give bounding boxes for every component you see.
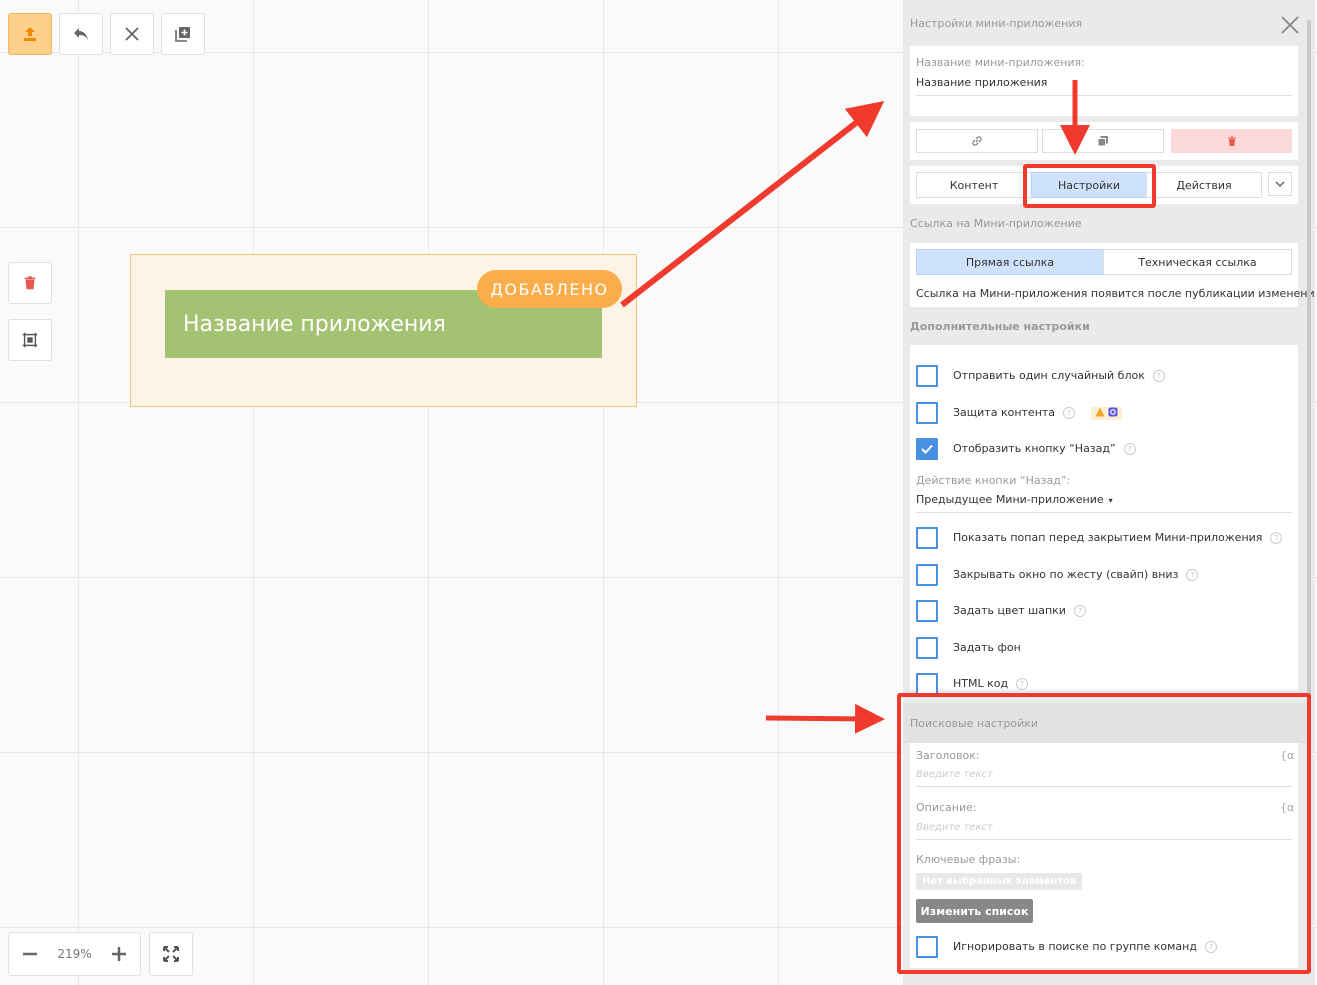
- expand-icon: [163, 946, 179, 962]
- random-block-label: Отправить один случайный блок?: [953, 369, 1165, 382]
- html-code-checkbox[interactable]: [916, 673, 938, 695]
- link-section-title: Ссылка на Мини-приложение: [910, 217, 1082, 230]
- back-button-checkbox[interactable]: [916, 438, 938, 460]
- technical-link-option[interactable]: Техническая ссылка: [1103, 249, 1292, 275]
- add-copy-icon: [175, 27, 190, 42]
- swipe-close-checkbox[interactable]: [916, 564, 938, 586]
- tab-actions[interactable]: Действия: [1146, 172, 1262, 198]
- copy-link-button[interactable]: [916, 129, 1038, 153]
- actions-card: [910, 122, 1298, 160]
- help-icon[interactable]: ?: [1270, 532, 1283, 544]
- trash-icon: [1227, 136, 1236, 146]
- help-icon[interactable]: ?: [1186, 569, 1199, 581]
- delete-app-button[interactable]: [1171, 129, 1292, 153]
- undo-icon: [74, 28, 88, 40]
- cancel-changes-button[interactable]: [110, 13, 154, 55]
- upload-icon: [24, 27, 36, 41]
- back-button-label: Отобразить кнопку “Назад”?: [953, 442, 1136, 455]
- dropdown-caret-icon: ▾: [1108, 496, 1113, 505]
- name-card: Название мини-приложения: Название прило…: [910, 46, 1298, 116]
- help-icon[interactable]: ?: [1073, 605, 1086, 617]
- fullscreen-button[interactable]: [149, 932, 193, 976]
- header-color-label: Задать цвет шапки?: [953, 604, 1086, 617]
- duplicate-button[interactable]: [1042, 129, 1164, 153]
- link-card: Прямая ссылка Техническая ссылка Ссылка …: [910, 243, 1315, 307]
- header-color-checkbox[interactable]: [916, 600, 938, 622]
- background-checkbox[interactable]: [916, 637, 938, 659]
- fit-block-button[interactable]: [8, 319, 52, 361]
- link-icon: [972, 136, 982, 146]
- link-note: Ссылка на Мини-приложения появится после…: [916, 287, 1315, 300]
- undo-button[interactable]: [59, 13, 103, 55]
- content-protection-checkbox[interactable]: [916, 402, 938, 424]
- more-tabs-button[interactable]: [1268, 172, 1292, 196]
- popup-before-close-label: Показать попап перед закрытием Мини-прил…: [953, 531, 1283, 544]
- swipe-close-label: Закрывать окно по жесту (свайп) вниз?: [953, 568, 1199, 581]
- trash-icon: [24, 276, 36, 290]
- tab-content[interactable]: Контент: [916, 172, 1032, 198]
- frame-icon: [22, 332, 38, 348]
- zoom-level: 219%: [57, 947, 92, 961]
- extra-section-title: Дополнительные настройки: [910, 320, 1090, 333]
- help-icon[interactable]: ?: [1016, 678, 1029, 690]
- help-icon[interactable]: ?: [1123, 443, 1136, 455]
- back-action-label: Действие кнопки “Назад”:: [916, 474, 1071, 487]
- close-icon: [125, 27, 139, 41]
- back-action-select[interactable]: Предыдущее Мини-приложение ▾: [916, 493, 1292, 513]
- name-label: Название мини-приложения:: [916, 56, 1085, 69]
- background-label: Задать фон: [953, 641, 1021, 654]
- close-icon[interactable]: [1279, 14, 1301, 36]
- zoom-control: 219%: [8, 932, 141, 976]
- help-icon[interactable]: ?: [1063, 407, 1076, 419]
- warning-icon: [1095, 407, 1105, 416]
- highlight-settings-tab: [1023, 164, 1156, 208]
- added-badge: ДОБАВЛЕНО: [477, 270, 622, 308]
- name-input[interactable]: Название приложения: [916, 76, 1292, 96]
- add-block-button[interactable]: [161, 13, 205, 55]
- link-type-selector: Прямая ссылка Техническая ссылка: [916, 249, 1292, 275]
- shield-icon: [1108, 407, 1118, 416]
- content-protection-label: Защита контента?: [953, 406, 1123, 420]
- html-code-label: HTML код?: [953, 677, 1029, 690]
- help-icon[interactable]: ?: [1152, 370, 1165, 382]
- panel-header: Настройки мини-приложения: [910, 17, 1083, 30]
- premium-badge: [1090, 406, 1123, 420]
- highlight-search-settings: [897, 693, 1311, 974]
- zoom-in-icon[interactable]: [110, 945, 128, 963]
- check-icon: [921, 444, 933, 454]
- random-block-checkbox[interactable]: [916, 365, 938, 387]
- copy-icon: [1097, 136, 1108, 147]
- direct-link-option[interactable]: Прямая ссылка: [916, 249, 1104, 275]
- zoom-out-icon[interactable]: [21, 945, 39, 963]
- chevron-down-icon: [1275, 181, 1285, 188]
- popup-before-close-checkbox[interactable]: [916, 527, 938, 549]
- extra-settings-card: Отправить один случайный блок? Защита ко…: [910, 345, 1298, 695]
- delete-block-button[interactable]: [8, 262, 52, 304]
- publish-button[interactable]: [8, 13, 52, 55]
